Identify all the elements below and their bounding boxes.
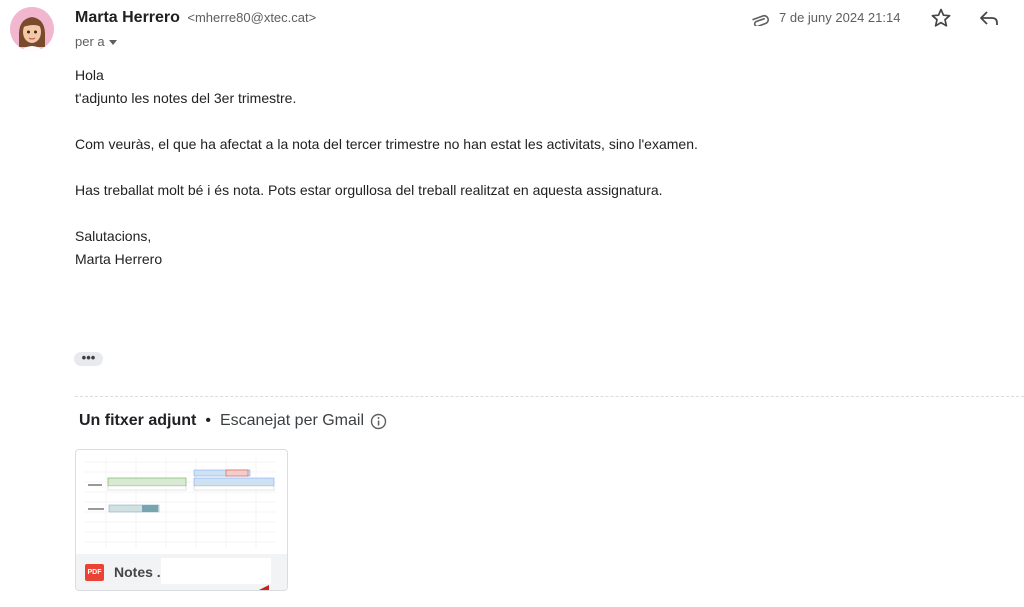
attachments-divider <box>75 396 1024 397</box>
pdf-icon: PDF <box>85 564 104 581</box>
spreadsheet-preview-image <box>84 458 276 548</box>
attachment-card[interactable]: PDF Notes . <box>75 449 288 591</box>
attachment-count: Un fitxer adjunt <box>79 412 197 429</box>
recipient-details[interactable]: per a <box>75 34 117 49</box>
redacted-region <box>161 558 271 584</box>
body-closing: Salutacions, <box>75 228 152 244</box>
recipient-label: per a <box>75 34 105 49</box>
separator-dot: • <box>205 412 211 429</box>
paperclip-icon <box>752 14 769 26</box>
body-signature: Marta Herrero <box>75 251 163 267</box>
body-greeting: Hola <box>75 67 104 83</box>
sender-avatar[interactable] <box>10 7 54 51</box>
show-trimmed-content-button[interactable]: ••• <box>74 351 103 366</box>
attachments-header: Un fitxer adjunt • Escanejat per Gmail <box>79 412 387 430</box>
body-line: t'adjunto les notes del 3er trimestre. <box>75 90 297 106</box>
attachment-footer[interactable]: PDF Notes . <box>76 554 287 590</box>
star-icon[interactable] <box>929 6 953 30</box>
attachment-file-name: Notes . <box>114 564 161 580</box>
message-body: Hola t'adjunto les notes del 3er trimest… <box>75 64 698 271</box>
scanned-by-gmail-label: Escanejat per Gmail <box>219 412 365 429</box>
sender-email: <mherre80@xtec.cat> <box>187 10 317 25</box>
attachment-thumbnail[interactable] <box>76 450 287 554</box>
reply-icon[interactable] <box>977 7 1001 29</box>
message-date: 7 de juny 2024 21:14 <box>779 10 901 25</box>
info-icon[interactable] <box>370 413 387 430</box>
sender-line: Marta Herrero <mherre80@xtec.cat> <box>75 9 316 27</box>
memoji-avatar <box>10 7 54 51</box>
body-line: Com veuràs, el que ha afectat a la nota … <box>75 136 698 152</box>
sender-name[interactable]: Marta Herrero <box>75 9 180 26</box>
chevron-down-icon[interactable] <box>108 40 117 46</box>
body-line: Has treballat molt bé i és nota. Pots es… <box>75 182 663 198</box>
pdf-corner-fold <box>259 585 269 590</box>
